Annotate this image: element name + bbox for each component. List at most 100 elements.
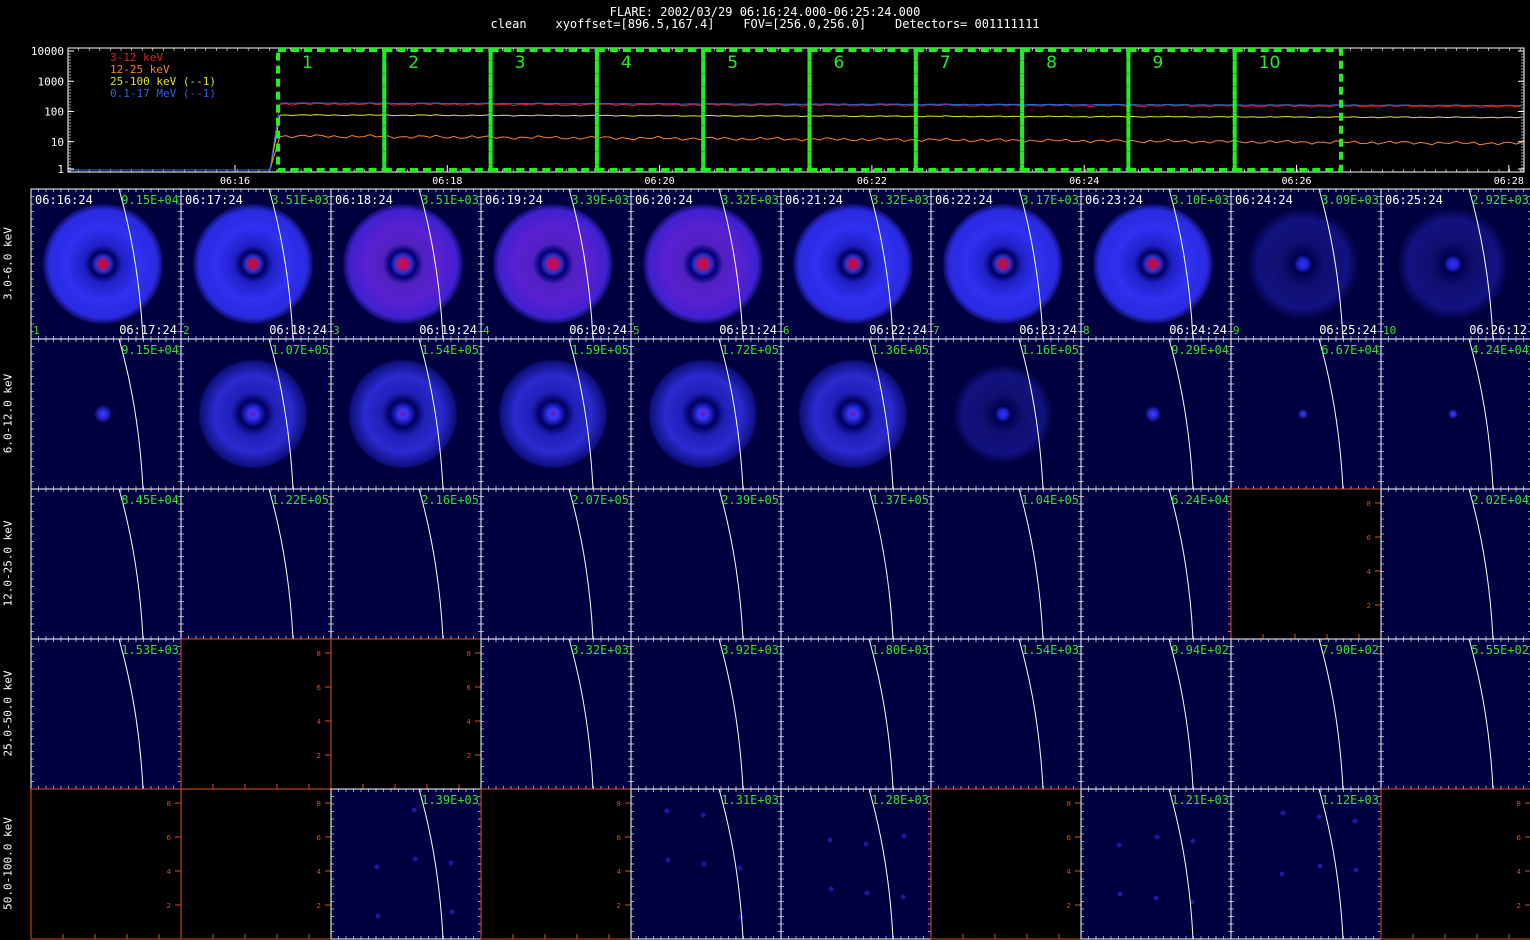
tile-annotations: 3.32E+03 06:20:24 06:21:24 5 bbox=[631, 189, 781, 339]
tile-number: 10 bbox=[1383, 324, 1397, 337]
tile-peak-value: 1.16E+05 bbox=[1021, 343, 1079, 357]
tile-annotations: 5.55E+02 bbox=[1381, 639, 1530, 789]
empty-tile bbox=[330, 638, 482, 790]
tile-peak-value: 2.07E+05 bbox=[571, 493, 629, 507]
tile-number: 7 bbox=[933, 324, 940, 337]
tile-peak-value: 2.16E+05 bbox=[421, 493, 479, 507]
tile-peak-value: 1.39E+03 bbox=[421, 793, 479, 807]
tile-end-time: 06:24:24 bbox=[1169, 323, 1227, 337]
tile-annotations: 3.39E+03 06:19:24 06:20:24 4 bbox=[481, 189, 631, 339]
tile-annotations: 9.29E+04 bbox=[1081, 339, 1231, 489]
tile-annotations: 3.32E+03 bbox=[481, 639, 631, 789]
tile-annotations: 2.16E+05 bbox=[331, 489, 481, 639]
empty-axis-label: 2 bbox=[617, 902, 621, 910]
empty-axis-label: 4 bbox=[317, 868, 322, 876]
image-tile: 2 4 6 8 bbox=[180, 638, 332, 790]
tile-annotations: 6.24E+04 bbox=[1081, 489, 1231, 639]
tile-end-time: 06:19:24 bbox=[419, 323, 477, 337]
empty-axis-label: 6 bbox=[317, 834, 322, 842]
tile-annotations: 2.02E+04 bbox=[1381, 489, 1530, 639]
tile-start-time: 06:24:24 bbox=[1235, 193, 1293, 207]
empty-axis-label: 2 bbox=[467, 752, 471, 760]
tile-peak-value: 2.92E+03 bbox=[1471, 193, 1529, 207]
tile-annotations: 3.17E+03 06:22:24 06:23:24 7 bbox=[931, 189, 1081, 339]
tile-annotations: 1.22E+05 bbox=[181, 489, 331, 639]
row-label: 6.0-12.0 keV bbox=[1, 373, 15, 454]
empty-axis-label: 6 bbox=[1517, 834, 1522, 842]
empty-axis-label: 2 bbox=[167, 902, 171, 910]
empty-axis-label: 4 bbox=[1367, 568, 1372, 576]
tile-start-time: 06:18:24 bbox=[335, 193, 393, 207]
empty-tile bbox=[180, 788, 332, 940]
tile-end-time: 06:23:24 bbox=[1019, 323, 1077, 337]
tile-annotations: 7.90E+02 bbox=[1231, 639, 1381, 789]
tile-peak-value: 2.39E+05 bbox=[721, 493, 779, 507]
tile-peak-value: 1.54E+05 bbox=[421, 343, 479, 357]
tile-peak-value: 1.72E+05 bbox=[721, 343, 779, 357]
tile-peak-value: 1.28E+03 bbox=[871, 793, 929, 807]
empty-axis-label: 2 bbox=[1067, 902, 1071, 910]
tile-annotations: 1.31E+03 bbox=[631, 789, 781, 939]
tile-peak-value: 3.51E+03 bbox=[271, 193, 329, 207]
tile-peak-value: 1.36E+05 bbox=[871, 343, 929, 357]
empty-axis-label: 8 bbox=[167, 800, 171, 808]
empty-axis-label: 2 bbox=[1367, 602, 1371, 610]
tile-peak-value: 3.32E+03 bbox=[721, 193, 779, 207]
tile-peak-value: 8.45E+04 bbox=[121, 493, 179, 507]
empty-axis-label: 2 bbox=[317, 752, 321, 760]
image-tile: 2 4 6 8 bbox=[930, 788, 1082, 940]
tile-end-time: 06:25:24 bbox=[1319, 323, 1377, 337]
empty-axis-label: 8 bbox=[1517, 800, 1521, 808]
tile-start-time: 06:19:24 bbox=[485, 193, 543, 207]
empty-tile bbox=[30, 788, 182, 940]
tile-annotations: 2.92E+03 06:25:24 06:26:12 10 bbox=[1381, 189, 1530, 339]
tile-annotations: 1.54E+03 bbox=[931, 639, 1081, 789]
tile-number: 2 bbox=[183, 324, 190, 337]
row-label: 12.0-25.0 keV bbox=[1, 520, 15, 607]
row-label: 3.0-6.0 keV bbox=[1, 227, 15, 300]
tile-peak-value: 3.09E+03 bbox=[1321, 193, 1379, 207]
tile-number: 8 bbox=[1083, 324, 1090, 337]
row-label: 50.0-100.0 keV bbox=[1, 817, 15, 910]
empty-axis-label: 4 bbox=[1067, 868, 1072, 876]
tile-peak-value: 1.80E+03 bbox=[871, 643, 929, 657]
tile-peak-value: 1.31E+03 bbox=[721, 793, 779, 807]
tile-annotations: 2.07E+05 bbox=[481, 489, 631, 639]
tile-annotations: 1.12E+03 bbox=[1231, 789, 1381, 939]
tile-annotations: 1.59E+05 bbox=[481, 339, 631, 489]
empty-axis-label: 6 bbox=[467, 684, 472, 692]
tile-annotations: 1.37E+05 bbox=[781, 489, 931, 639]
tile-start-time: 06:25:24 bbox=[1385, 193, 1443, 207]
empty-axis-label: 8 bbox=[617, 800, 621, 808]
empty-axis-label: 8 bbox=[317, 650, 321, 658]
empty-axis-label: 8 bbox=[467, 650, 471, 658]
tile-peak-value: 1.22E+05 bbox=[271, 493, 329, 507]
empty-tile bbox=[180, 638, 332, 790]
tile-number: 4 bbox=[483, 324, 490, 337]
tile-annotations: 3.32E+03 06:21:24 06:22:24 6 bbox=[781, 189, 931, 339]
tile-number: 5 bbox=[633, 324, 640, 337]
empty-axis-label: 4 bbox=[317, 718, 322, 726]
empty-axis-label: 4 bbox=[617, 868, 622, 876]
tile-start-time: 06:22:24 bbox=[935, 193, 993, 207]
empty-tile bbox=[1230, 488, 1382, 640]
image-tile: 2 4 6 8 bbox=[330, 638, 482, 790]
tile-annotations: 1.36E+05 bbox=[781, 339, 931, 489]
tile-annotations: 3.10E+03 06:23:24 06:24:24 8 bbox=[1081, 189, 1231, 339]
image-tile: 2 4 6 8 bbox=[1380, 788, 1530, 940]
tile-start-time: 06:17:24 bbox=[185, 193, 243, 207]
tile-peak-value: 3.92E+03 bbox=[721, 643, 779, 657]
empty-tile bbox=[1380, 788, 1530, 940]
tile-annotations: 9.15E+04 06:16:24 06:17:24 1 bbox=[31, 189, 181, 339]
tile-peak-value: 9.94E+02 bbox=[1171, 643, 1229, 657]
tile-annotations: 1.16E+05 bbox=[931, 339, 1081, 489]
tile-annotations: 1.80E+03 bbox=[781, 639, 931, 789]
tile-peak-value: 3.39E+03 bbox=[571, 193, 629, 207]
empty-tile bbox=[480, 788, 632, 940]
empty-axis-label: 6 bbox=[167, 834, 172, 842]
tile-peak-value: 7.90E+02 bbox=[1321, 643, 1379, 657]
tile-annotations: 9.15E+04 bbox=[31, 339, 181, 489]
tile-annotations: 1.53E+03 bbox=[31, 639, 181, 789]
image-tile: 2 4 6 8 bbox=[480, 788, 632, 940]
tile-peak-value: 1.04E+05 bbox=[1021, 493, 1079, 507]
